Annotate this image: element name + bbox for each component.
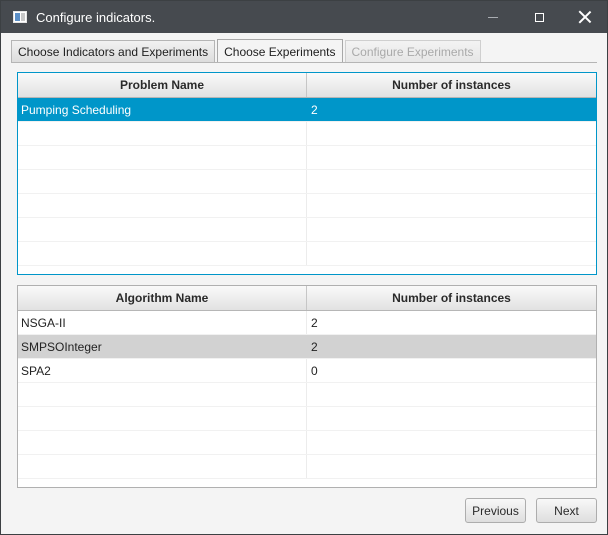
algorithms-table[interactable]: Algorithm Name Number of instances NSGA-…: [17, 285, 597, 488]
tab-bar: Choose Indicators and Experiments Choose…: [11, 39, 483, 63]
table-row[interactable]: SMPSOInteger 2: [18, 335, 596, 359]
column-header-number-of-instances[interactable]: Number of instances: [307, 286, 596, 310]
empty-table-row: [18, 383, 596, 407]
problems-table-header: Problem Name Number of instances: [18, 73, 596, 98]
configure-indicators-window: Configure indicators. Choose Indicators …: [0, 0, 608, 535]
empty-cell: [18, 455, 307, 478]
close-icon: [579, 11, 591, 23]
empty-cell: [18, 407, 307, 430]
empty-cell: [18, 146, 307, 169]
empty-cell: [18, 431, 307, 454]
tab-configure-experiments: Configure Experiments: [344, 40, 481, 63]
empty-cell: [307, 170, 596, 193]
empty-cell: [18, 194, 307, 217]
empty-cell: [307, 407, 596, 430]
algorithm-name-cell: NSGA-II: [18, 311, 307, 334]
table-row[interactable]: Pumping Scheduling 2: [18, 98, 596, 122]
algorithm-name-cell: SMPSOInteger: [18, 335, 307, 358]
title-bar[interactable]: Configure indicators.: [1, 1, 607, 33]
empty-cell: [307, 431, 596, 454]
empty-table-row: [18, 170, 596, 194]
empty-table-row: [18, 218, 596, 242]
empty-cell: [307, 122, 596, 145]
instances-cell[interactable]: 2: [307, 335, 596, 358]
maximize-icon: [534, 12, 544, 22]
maximize-button[interactable]: [516, 1, 562, 33]
empty-cell: [307, 455, 596, 478]
empty-table-row: [18, 194, 596, 218]
empty-table-row: [18, 146, 596, 170]
tab-choose-experiments[interactable]: Choose Experiments: [217, 39, 343, 63]
app-window-icon: [13, 11, 27, 23]
empty-cell: [18, 383, 307, 406]
empty-cell: [18, 170, 307, 193]
empty-cell: [18, 242, 307, 265]
minimize-button[interactable]: [470, 1, 516, 33]
empty-table-row: [18, 455, 596, 479]
minimize-icon: [488, 16, 498, 18]
column-header-problem-name[interactable]: Problem Name: [18, 73, 307, 97]
tab-content-divider: [11, 62, 597, 63]
empty-table-row: [18, 242, 596, 266]
window-title: Configure indicators.: [36, 9, 156, 25]
empty-table-row: [18, 407, 596, 431]
empty-table-row: [18, 122, 596, 146]
instances-cell[interactable]: 2: [307, 311, 596, 334]
empty-table-row: [18, 431, 596, 455]
empty-cell: [18, 122, 307, 145]
table-row[interactable]: NSGA-II 2: [18, 311, 596, 335]
instances-cell[interactable]: 2: [307, 98, 596, 121]
empty-cell: [307, 194, 596, 217]
problem-name-cell: Pumping Scheduling: [18, 98, 307, 121]
problems-table[interactable]: Problem Name Number of instances Pumping…: [17, 72, 597, 275]
algorithm-name-cell: SPA2: [18, 359, 307, 382]
empty-cell: [307, 146, 596, 169]
column-header-algorithm-name[interactable]: Algorithm Name: [18, 286, 307, 310]
next-button[interactable]: Next: [536, 498, 597, 523]
close-button[interactable]: [562, 1, 608, 33]
column-header-number-of-instances[interactable]: Number of instances: [307, 73, 596, 97]
instances-cell[interactable]: 0: [307, 359, 596, 382]
table-row[interactable]: SPA2 0: [18, 359, 596, 383]
empty-cell: [307, 383, 596, 406]
empty-cell: [18, 218, 307, 241]
tab-choose-indicators-and-experiments[interactable]: Choose Indicators and Experiments: [11, 40, 216, 63]
empty-cell: [307, 242, 596, 265]
previous-button[interactable]: Previous: [465, 498, 526, 523]
empty-cell: [307, 218, 596, 241]
algorithms-table-header: Algorithm Name Number of instances: [18, 286, 596, 311]
